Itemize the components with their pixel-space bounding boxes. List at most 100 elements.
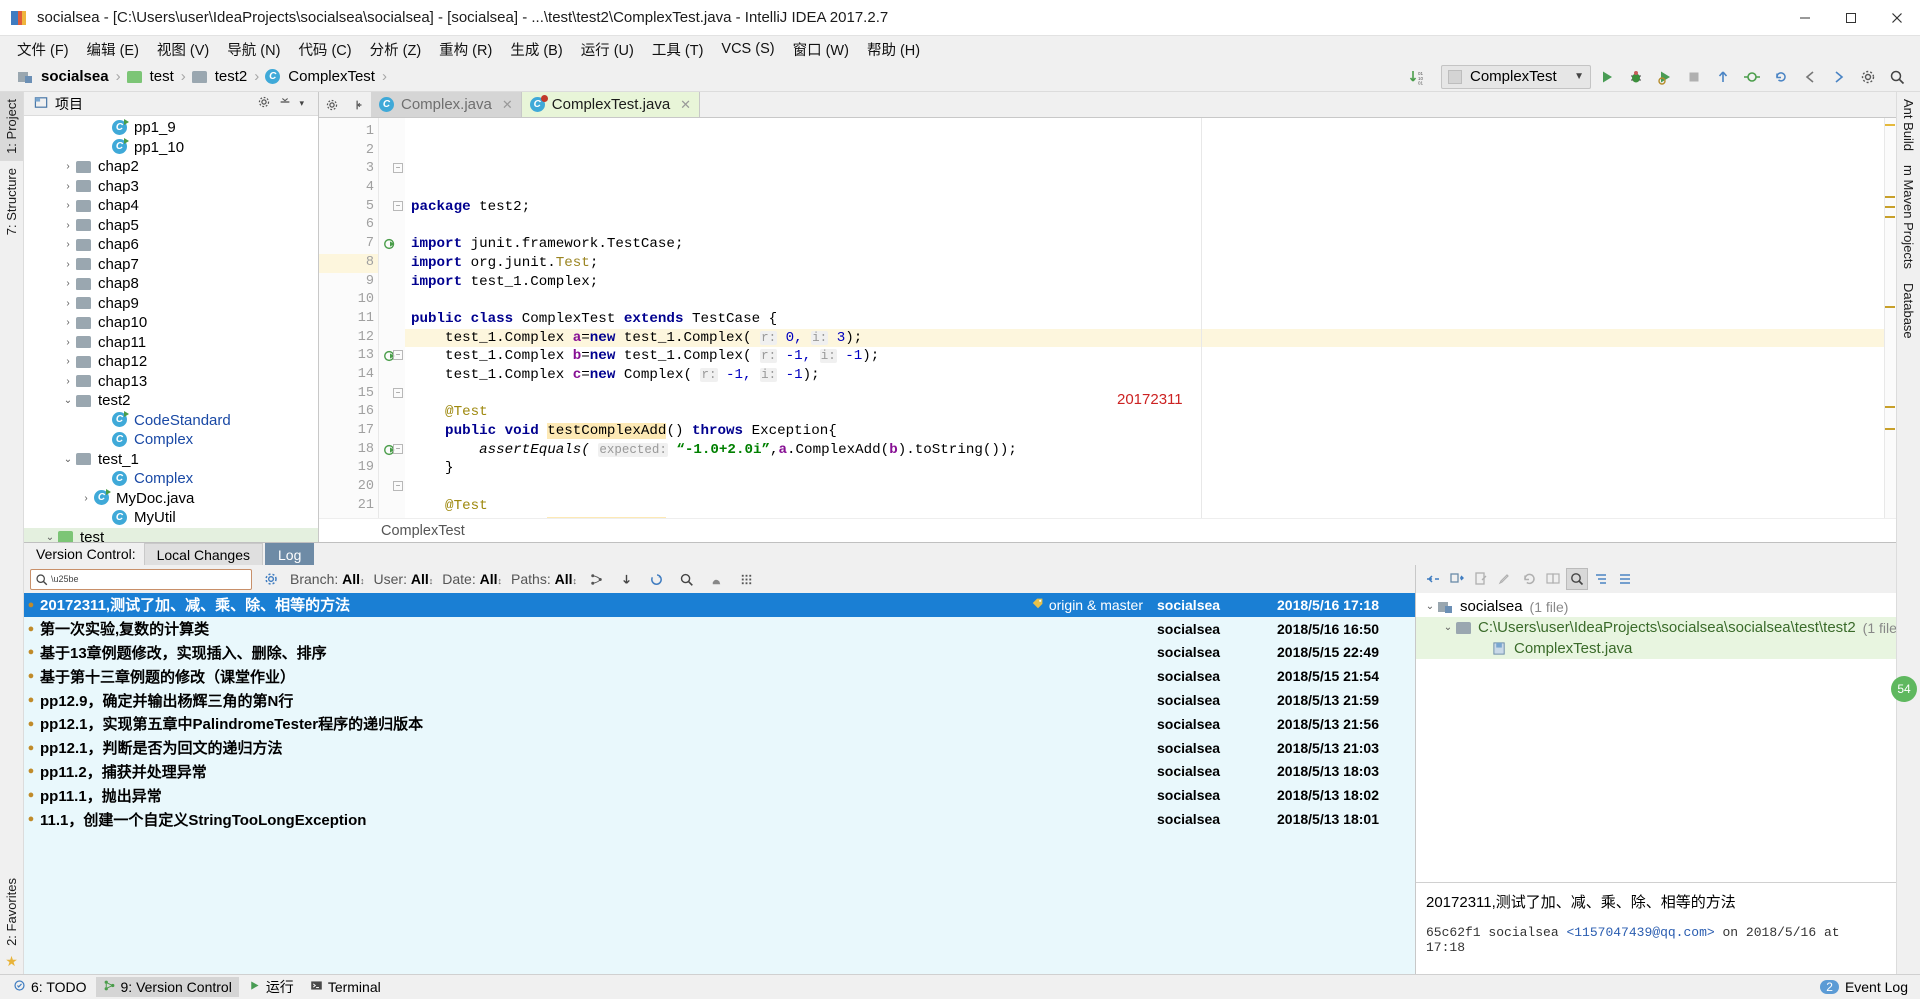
log-search-input[interactable]: \u25be bbox=[30, 568, 252, 590]
tab-local-changes[interactable]: Local Changes bbox=[143, 543, 264, 565]
tree-item-chap13[interactable]: › chap13 bbox=[24, 372, 318, 392]
float-action-button[interactable]: 54 bbox=[1891, 676, 1917, 702]
menu-item-8[interactable]: 运行 (U) bbox=[572, 36, 643, 63]
expand-arrow-icon[interactable]: › bbox=[60, 278, 76, 289]
commit-row[interactable]: ● 20172311,测试了加、减、乘、除、相等的方法 origin & maste… bbox=[24, 593, 1415, 617]
chevron-down-icon[interactable]: ▾ bbox=[299, 98, 308, 109]
status-tool-9: Version Control[interactable]: 9: Version Control bbox=[95, 976, 239, 997]
expand-arrow-icon[interactable]: › bbox=[78, 493, 94, 504]
commit-list[interactable]: ● 20172311,测试了加、减、乘、除、相等的方法 origin & maste… bbox=[24, 593, 1415, 974]
fold-end-icon[interactable]: − bbox=[393, 481, 403, 492]
tree-item-MyDoc.java[interactable]: › C MyDoc.java bbox=[24, 489, 318, 509]
menu-item-3[interactable]: 导航 (N) bbox=[218, 36, 289, 63]
expand-arrow-icon[interactable]: › bbox=[60, 337, 76, 348]
go-to-hash-icon[interactable] bbox=[675, 568, 697, 590]
commit-row[interactable]: ● pp12.1，实现第五章中PalindromeTester程序的递归版本 soc… bbox=[24, 712, 1415, 736]
breadcrumb-ComplexTest[interactable]: C ComplexTest bbox=[261, 65, 377, 89]
commit-email[interactable]: <1157047439@qq.com> bbox=[1566, 925, 1714, 940]
commit-button[interactable] bbox=[1739, 65, 1765, 89]
tree-item-Complex[interactable]: C Complex bbox=[24, 430, 318, 450]
filter-user[interactable]: User: All↕ bbox=[374, 571, 434, 587]
collapse-all-icon[interactable] bbox=[278, 95, 292, 112]
gear-icon[interactable] bbox=[257, 95, 271, 112]
back-button[interactable] bbox=[1797, 65, 1823, 89]
event-log-button[interactable]: Event Log bbox=[1845, 979, 1908, 995]
fold-start-icon[interactable]: − bbox=[393, 443, 403, 454]
expand-arrow-icon[interactable]: › bbox=[60, 259, 76, 270]
tree-item-CodeStandard[interactable]: C CodeStandard bbox=[24, 411, 318, 431]
expand-arrow-icon[interactable]: ⌄ bbox=[1422, 601, 1438, 612]
close-icon[interactable]: ✕ bbox=[502, 97, 513, 113]
group-by-icon[interactable] bbox=[1590, 568, 1612, 590]
annotate-icon[interactable] bbox=[1494, 568, 1516, 590]
commit-row[interactable]: ● 基于13章例题修改，实现插入、删除、排序 socialsea 2018/5/15 … bbox=[24, 641, 1415, 665]
update-project-button[interactable] bbox=[1710, 65, 1736, 89]
tree-item-MyUtil[interactable]: C MyUtil bbox=[24, 508, 318, 528]
menu-item-4[interactable]: 代码 (C) bbox=[289, 36, 360, 63]
rollback-button[interactable] bbox=[1768, 65, 1794, 89]
fold-start-icon[interactable]: − bbox=[393, 163, 403, 174]
settings-button[interactable] bbox=[1855, 65, 1881, 89]
debug-button[interactable] bbox=[1623, 65, 1649, 89]
sort-numeric-icon[interactable]: 01 10 01 bbox=[1404, 65, 1430, 89]
commit-row[interactable]: ● 基于第十三章例题的修改（课堂作业） socialsea 2018/5/15 21:… bbox=[24, 664, 1415, 688]
fold-end-icon[interactable]: − bbox=[393, 200, 403, 211]
menu-item-2[interactable]: 视图 (V) bbox=[148, 36, 218, 63]
tree-item-Complex[interactable]: C Complex bbox=[24, 469, 318, 489]
edit-source-icon[interactable] bbox=[1470, 568, 1492, 590]
close-button[interactable] bbox=[1874, 0, 1920, 36]
expand-arrow-icon[interactable]: ⌄ bbox=[60, 454, 76, 465]
expand-arrow-icon[interactable]: › bbox=[60, 220, 76, 231]
commit-row[interactable]: ● pp12.1，判断是否为回文的递归方法 socialsea 2018/5/13 2… bbox=[24, 736, 1415, 760]
run-test-icon[interactable] bbox=[383, 237, 397, 255]
tree-item-chap5[interactable]: › chap5 bbox=[24, 216, 318, 236]
expand-arrow-icon[interactable]: › bbox=[60, 239, 76, 250]
sidebar-item-database[interactable]: Database bbox=[1897, 276, 1920, 346]
maximize-button[interactable] bbox=[1828, 0, 1874, 36]
expand-arrow-icon[interactable]: › bbox=[60, 181, 76, 192]
expand-arrow-icon[interactable]: ⌄ bbox=[1440, 622, 1456, 633]
status-tool-Terminal[interactable]: Terminal bbox=[303, 977, 388, 997]
stop-button[interactable] bbox=[1681, 65, 1707, 89]
status-tool-6: TODO[interactable]: 6: TODO bbox=[6, 977, 94, 997]
expand-arrow-icon[interactable]: › bbox=[60, 356, 76, 367]
menu-item-9[interactable]: 工具 (T) bbox=[643, 36, 713, 63]
menu-item-7[interactable]: 生成 (B) bbox=[501, 36, 571, 63]
expand-arrow-icon[interactable]: › bbox=[60, 298, 76, 309]
fold-end-icon[interactable]: − bbox=[393, 387, 403, 398]
gutter-markers[interactable]: − − − − − − bbox=[379, 118, 405, 518]
menu-item-6[interactable]: 重构 (R) bbox=[430, 36, 501, 63]
refresh-icon[interactable] bbox=[645, 568, 667, 590]
filter-paths[interactable]: Paths: All↕ bbox=[511, 571, 577, 587]
sidebar-item-ant-build[interactable]: Ant Build bbox=[1897, 92, 1920, 158]
expand-arrow-icon[interactable]: › bbox=[60, 200, 76, 211]
error-stripe-marker[interactable] bbox=[1884, 118, 1896, 518]
code-editor[interactable]: 1 2 3 4 5 6 7 8 9 10 11 12 13 14 15 16 17 18 19 20 21 − − − − − −… bbox=[319, 118, 1896, 518]
tree-item-chap7[interactable]: › chap7 bbox=[24, 255, 318, 275]
filter-branch[interactable]: Branch: All↕ bbox=[290, 571, 365, 587]
changed-file-row[interactable]: ⌄ C:\Users\user\IdeaProjects\socialsea\so… bbox=[1416, 617, 1896, 638]
expand-arrow-icon[interactable]: ⌄ bbox=[60, 395, 76, 406]
menu-item-12[interactable]: 帮助 (H) bbox=[858, 36, 929, 63]
editor-tab-ComplexTest.java[interactable]: C ComplexTest.java ✕ bbox=[521, 92, 701, 117]
breadcrumb-test2[interactable]: test2 bbox=[188, 65, 250, 89]
commit-row[interactable]: ● pp12.9，确定并输出杨辉三角的第N行 socialsea 2018/5/13 … bbox=[24, 688, 1415, 712]
changed-file-row[interactable]: ⌄ socialsea (1 file) bbox=[1416, 596, 1896, 617]
tree-item-chap4[interactable]: › chap4 bbox=[24, 196, 318, 216]
preview-diff-icon[interactable] bbox=[1566, 568, 1588, 590]
editor-breadcrumb[interactable]: ComplexTest bbox=[319, 518, 1896, 542]
commit-row[interactable]: ● pp11.2，捕获并处理异常 socialsea 2018/5/13 18:03 bbox=[24, 760, 1415, 784]
commit-row[interactable]: ● 第一次实验,复数的计算类 socialsea 2018/5/16 16:50 bbox=[24, 617, 1415, 641]
minimize-button[interactable] bbox=[1782, 0, 1828, 36]
tree-item-chap8[interactable]: › chap8 bbox=[24, 274, 318, 294]
gear-icon[interactable] bbox=[260, 568, 282, 590]
menu-item-10[interactable]: VCS (S) bbox=[712, 38, 783, 60]
menu-item-0[interactable]: 文件 (F) bbox=[8, 36, 78, 63]
expand-arrow-icon[interactable]: ⌄ bbox=[42, 532, 58, 542]
tree-item-chap9[interactable]: › chap9 bbox=[24, 294, 318, 314]
tab-log[interactable]: Log bbox=[265, 543, 315, 565]
gear-icon[interactable] bbox=[319, 92, 345, 117]
changed-file-row[interactable]: ComplexTest.java bbox=[1416, 638, 1896, 659]
tree-item-chap3[interactable]: › chap3 bbox=[24, 177, 318, 197]
sidebar-item-favorites[interactable]: 2: Favorites bbox=[0, 871, 23, 953]
